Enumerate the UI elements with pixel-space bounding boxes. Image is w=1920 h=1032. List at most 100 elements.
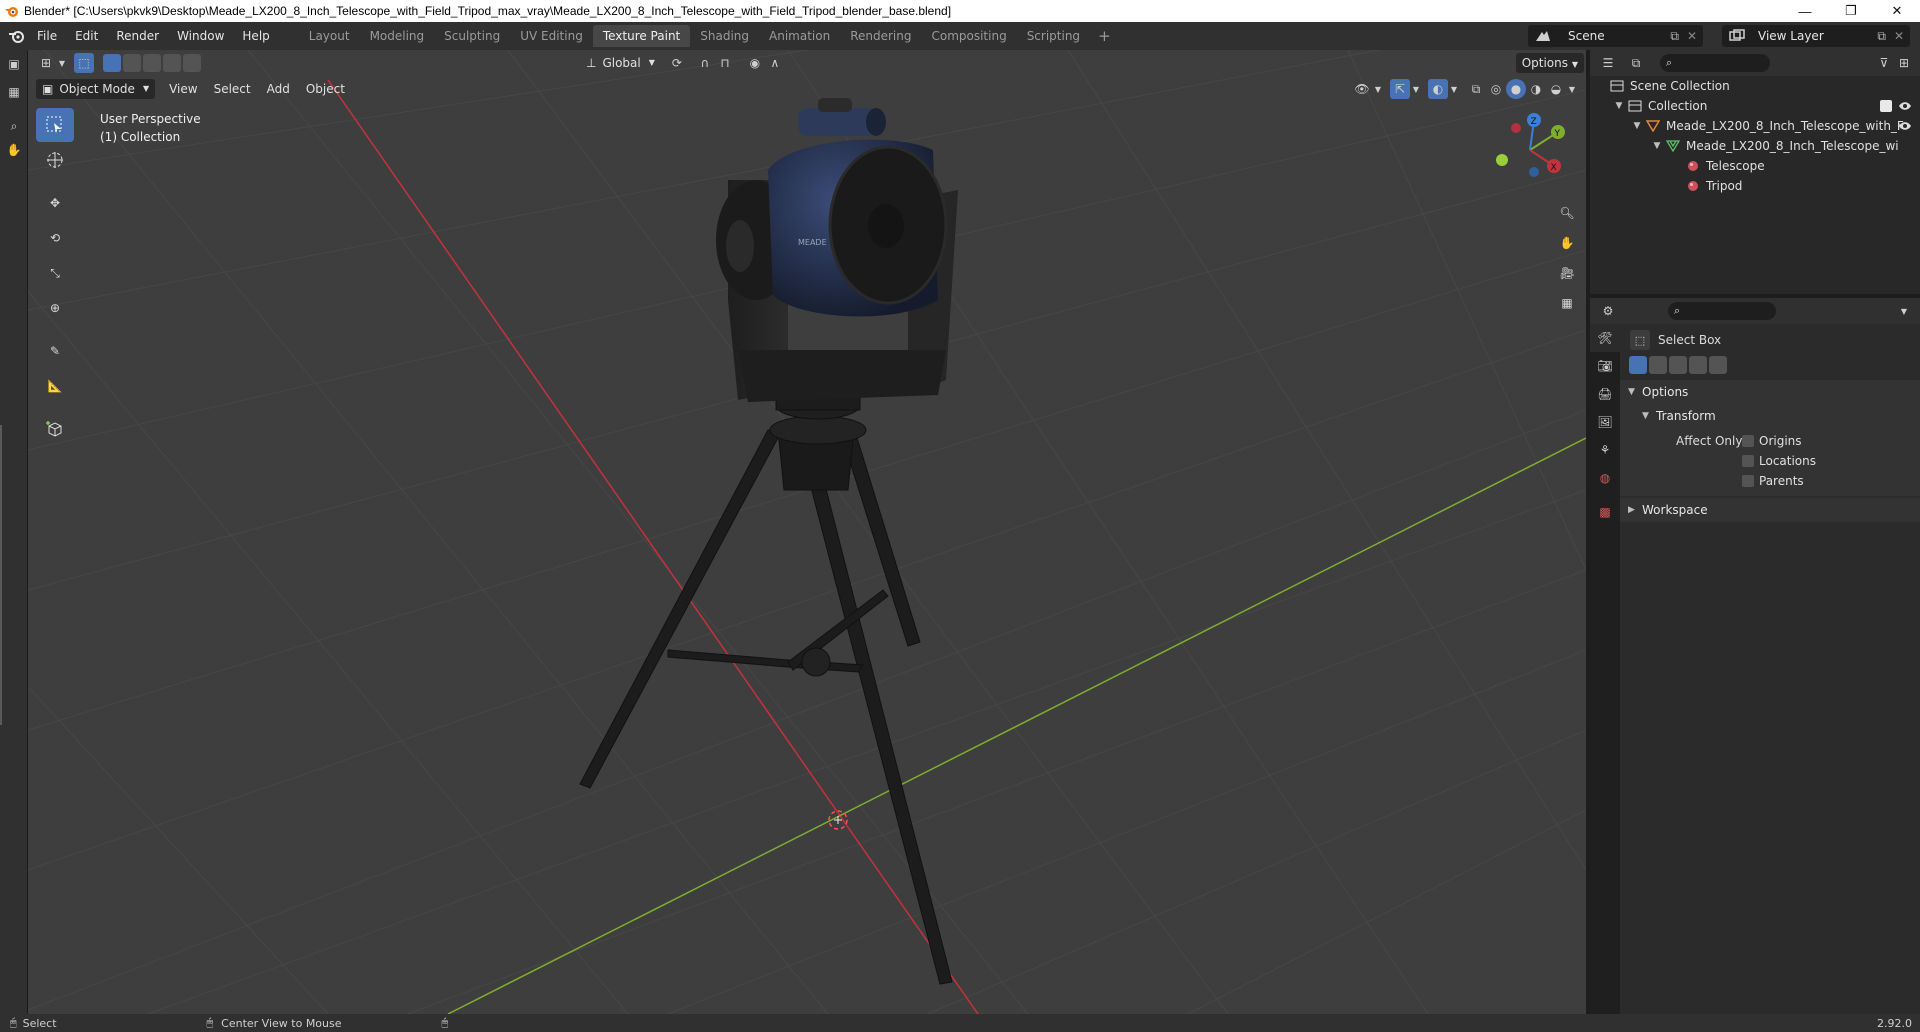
pan-hand-icon[interactable]: ✋ (1554, 228, 1580, 258)
wireframe-shading-icon[interactable]: ◎ (1486, 79, 1506, 99)
select-intersect-icon[interactable] (1709, 356, 1727, 374)
chevron-down-icon[interactable]: ▼ (1410, 79, 1422, 99)
select-extend-icon[interactable] (123, 54, 141, 72)
maximize-button[interactable]: ❐ (1828, 0, 1874, 22)
chevron-down-icon[interactable]: ▼ (56, 53, 68, 73)
outliner-row-scene-collection[interactable]: Scene Collection (1590, 76, 1920, 96)
options-panel-header[interactable]: ▼ Options (1620, 380, 1920, 404)
scene-selector[interactable]: Scene ⧉ ✕ (1528, 25, 1703, 47)
menu-add[interactable]: Add (259, 79, 298, 99)
outliner-editor-type-icon[interactable]: ☰ (1598, 53, 1618, 73)
scale-tool-icon[interactable]: ⤡ (36, 256, 74, 290)
3d-viewport[interactable]: MEADE ⊞ ▼ ⬚ ⊥ Global ▼ ⟳ ∩ ⊓ ◉ ∧ Options… (28, 50, 1586, 1014)
chevron-down-icon[interactable]: ▼ (1566, 79, 1578, 99)
cursor-tool-icon[interactable] (36, 143, 74, 177)
xray-toggle-icon[interactable]: ⧉ (1466, 79, 1486, 99)
tab-modeling[interactable]: Modeling (360, 25, 435, 47)
properties-search-input[interactable]: ⌕ (1668, 302, 1776, 320)
render-tab-icon[interactable]: 📷︎ (1590, 352, 1620, 380)
collection-include-checkbox[interactable] (1880, 100, 1892, 112)
outliner-row-material-telescope[interactable]: Telescope (1590, 156, 1920, 176)
zoom-icon[interactable]: 🔍︎ (1554, 198, 1580, 228)
select-intersect-icon[interactable] (183, 54, 201, 72)
tab-sculpting[interactable]: Sculpting (434, 25, 510, 47)
measure-tool-icon[interactable]: 📐 (36, 369, 74, 403)
parents-checkbox[interactable]: Parents (1742, 471, 1816, 491)
select-box-tool-icon[interactable]: ⬚ (1630, 330, 1650, 350)
outliner-row-object[interactable]: ▼ Meade_LX200_8_Inch_Telescope_with_F (1590, 116, 1920, 136)
chevron-down-icon[interactable]: ▼ (1448, 79, 1460, 99)
expand-triangle-icon[interactable]: ▼ (1630, 121, 1644, 131)
view-layer-tab-icon[interactable]: 🖼︎ (1590, 408, 1620, 436)
menu-object[interactable]: Object (298, 79, 353, 99)
select-extend-icon[interactable] (1649, 356, 1667, 374)
view-layer-selector[interactable]: View Layer ⧉ ✕ (1722, 25, 1910, 47)
transform-tool-icon[interactable]: ⊕ (36, 291, 74, 325)
origins-checkbox[interactable]: Origins (1742, 431, 1816, 451)
hand-pan-icon[interactable]: ✋ (4, 140, 24, 160)
visibility-eye-icon[interactable] (1898, 99, 1912, 113)
transform-panel-header[interactable]: ▼ Transform (1620, 404, 1920, 428)
select-tweak-icon[interactable]: ⬚ (74, 53, 94, 73)
tab-uv-editing[interactable]: UV Editing (510, 25, 593, 47)
output-tab-icon[interactable]: 🖨︎ (1590, 380, 1620, 408)
rendered-shading-icon[interactable]: ◒ (1546, 79, 1566, 99)
editor-type-dropdown-icon[interactable]: ⊞ (36, 53, 56, 73)
minimize-button[interactable]: — (1782, 0, 1828, 22)
display-mode-icon[interactable]: ⧉ (1626, 53, 1646, 73)
tool-tab-icon[interactable]: 🛠︎ (1590, 324, 1620, 352)
select-new-icon[interactable] (103, 54, 121, 72)
zoom-region-icon[interactable]: ⌕ (4, 116, 24, 136)
new-scene-icon[interactable]: ⧉ (1670, 29, 1679, 44)
blender-menu-icon[interactable] (6, 26, 28, 46)
outliner-row-mesh[interactable]: ▼ Meade_LX200_8_Inch_Telescope_wi (1590, 136, 1920, 156)
snap-increment-icon[interactable]: ⊓ (715, 53, 735, 73)
proportional-edit-icon[interactable]: ◉ (745, 53, 765, 73)
pivot-point-icon[interactable]: ⟳ (667, 53, 687, 73)
editor-type-icon[interactable]: ▣ (4, 54, 24, 74)
properties-editor-type-icon[interactable]: ⚙ (1598, 301, 1618, 321)
camera-view-icon[interactable]: 🎥︎ (1554, 258, 1580, 288)
chevron-down-icon[interactable]: ▼ (1372, 79, 1384, 99)
remove-view-layer-icon[interactable]: ✕ (1894, 29, 1904, 43)
select-invert-icon[interactable] (163, 54, 181, 72)
falloff-curve-icon[interactable]: ∧ (765, 53, 785, 73)
add-cube-tool-icon[interactable] (36, 412, 74, 446)
new-view-layer-icon[interactable]: ⧉ (1877, 29, 1886, 44)
select-new-icon[interactable] (1629, 356, 1647, 374)
outliner-search-input[interactable]: ⌕ (1660, 54, 1770, 72)
filter-icon[interactable]: ⊽ (1874, 53, 1894, 73)
gizmo-toggle-icon[interactable]: ⇱ (1390, 79, 1410, 99)
expand-triangle-icon[interactable]: ▼ (1650, 141, 1664, 151)
remove-scene-icon[interactable]: ✕ (1687, 29, 1697, 43)
annotate-tool-icon[interactable]: ✎ (36, 334, 74, 368)
object-mode-dropdown[interactable]: ▣ Object Mode ▼ (36, 79, 156, 99)
perspective-toggle-icon[interactable]: ▦ (1554, 288, 1580, 318)
close-window-button[interactable]: ✕ (1874, 0, 1920, 22)
select-subtract-icon[interactable] (1669, 356, 1687, 374)
menu-window[interactable]: Window (168, 25, 233, 47)
menu-select[interactable]: Select (206, 79, 259, 99)
tab-shading[interactable]: Shading (690, 25, 759, 47)
scene-tab-icon[interactable]: ⚘ (1590, 436, 1620, 464)
menu-edit[interactable]: Edit (66, 25, 107, 47)
outliner-row-collection[interactable]: ▼ Collection (1590, 96, 1920, 116)
select-box-tool-icon[interactable] (36, 108, 74, 142)
menu-render[interactable]: Render (107, 25, 168, 47)
navigation-gizmo[interactable]: Y X Z (1490, 110, 1570, 190)
material-shading-icon[interactable]: ◑ (1526, 79, 1546, 99)
select-subtract-icon[interactable] (143, 54, 161, 72)
move-tool-icon[interactable]: ✥ (36, 186, 74, 220)
new-collection-icon[interactable]: ⊞ (1894, 53, 1914, 73)
snap-magnet-icon[interactable]: ∩ (695, 53, 715, 73)
options-dropdown[interactable]: Options ▼ (1515, 53, 1584, 73)
solid-shading-icon[interactable]: ● (1506, 79, 1526, 99)
tab-layout[interactable]: Layout (299, 25, 360, 47)
workspace-panel-header[interactable]: ▶ Workspace (1620, 498, 1920, 522)
world-tab-icon[interactable]: ◍ (1590, 464, 1620, 492)
transform-orientation-dropdown[interactable]: ⊥ Global ▼ (580, 53, 661, 73)
tab-compositing[interactable]: Compositing (921, 25, 1016, 47)
menu-view[interactable]: View (161, 79, 205, 99)
menu-file[interactable]: File (28, 25, 66, 47)
tab-rendering[interactable]: Rendering (840, 25, 921, 47)
